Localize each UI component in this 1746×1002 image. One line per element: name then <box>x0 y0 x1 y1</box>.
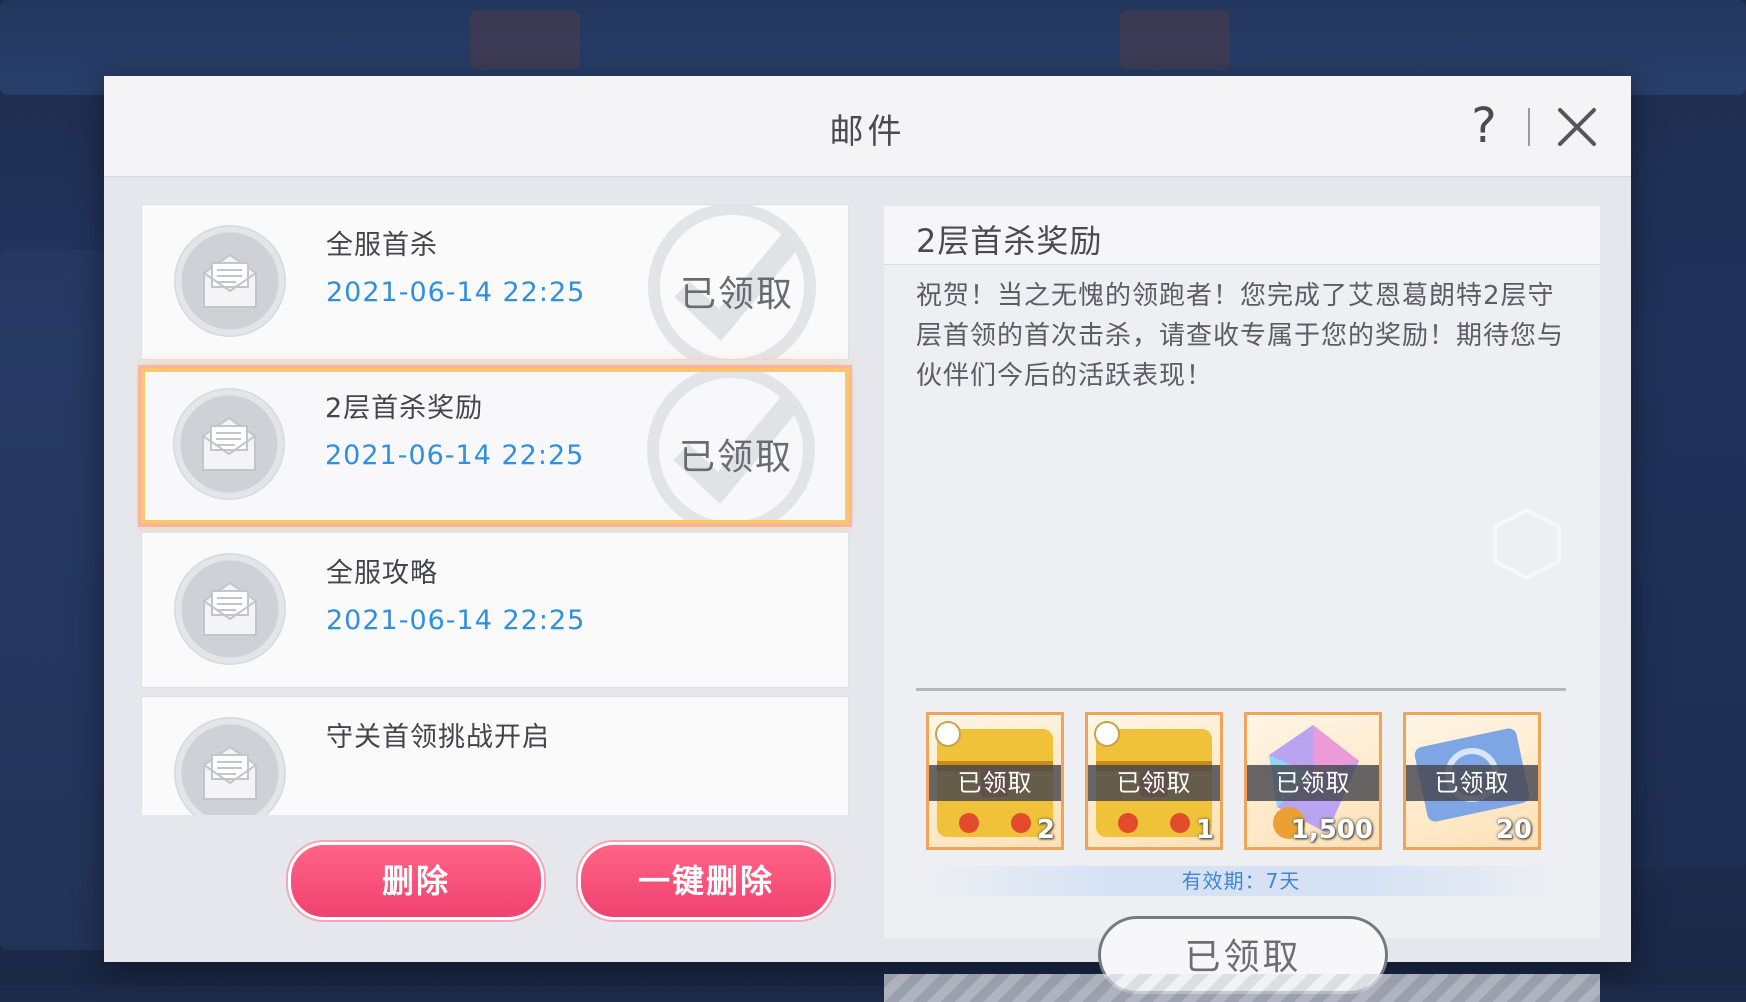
reward-divider <box>916 688 1566 691</box>
stripe-decoration <box>884 974 1600 1002</box>
reward-status: 已领取 <box>1088 765 1220 801</box>
envelope-icon <box>174 717 286 815</box>
background-lantern <box>470 10 580 70</box>
mail-dialog: 邮件 ? 全服首杀 2021-06-14 22:25 已领取 2层首杀奖励 20… <box>104 76 1631 1002</box>
mail-subject: 全服攻略 <box>326 558 438 589</box>
mail-subject: 守关首领挑战开启 <box>326 722 550 753</box>
mail-status: 已领取 <box>680 274 795 315</box>
reward-item[interactable]: 已领取 20 <box>1403 712 1541 850</box>
background-lantern <box>1120 10 1230 70</box>
reward-quantity: 1 <box>1195 815 1214 845</box>
delete-all-button[interactable]: 一键删除 <box>578 842 834 920</box>
envelope-icon <box>174 225 286 337</box>
expiry-bar: 有效期：7天 <box>916 866 1566 896</box>
dialog-title: 邮件 <box>829 112 906 152</box>
mail-date: 2021-06-14 22:25 <box>325 440 585 471</box>
expiry-text: 有效期：7天 <box>1181 869 1301 893</box>
mail-detail-panel: 2层首杀奖励 祝贺！当之无愧的领跑者！您完成了艾恩葛朗特2层守层首领的首次击杀，… <box>884 206 1600 1002</box>
reward-item[interactable]: 已领取 1 <box>1085 712 1223 850</box>
detail-header: 2层首杀奖励 <box>884 206 1600 265</box>
close-button[interactable] <box>1554 104 1600 150</box>
hexagon-icon <box>1493 507 1561 581</box>
mail-date: 2021-06-14 22:25 <box>326 277 586 308</box>
lock-icon <box>935 721 961 747</box>
mail-item[interactable]: 全服攻略 2021-06-14 22:25 <box>141 532 849 688</box>
mail-subject: 全服首杀 <box>326 230 438 261</box>
reward-item[interactable]: 已领取 1,500 <box>1244 712 1382 850</box>
detail-body: 祝贺！当之无愧的领跑者！您完成了艾恩葛朗特2层守层首领的首次击杀，请查收专属于您… <box>916 281 1565 391</box>
header-divider <box>1528 108 1530 146</box>
reward-item[interactable]: 已领取 2 <box>926 712 1064 850</box>
mail-subject: 2层首杀奖励 <box>325 393 484 424</box>
lock-icon <box>1094 721 1120 747</box>
delete-button[interactable]: 删除 <box>288 842 544 920</box>
background-scene-right <box>1630 170 1746 870</box>
detail-title: 2层首杀奖励 <box>916 222 1103 260</box>
reward-quantity: 1,500 <box>1290 815 1373 845</box>
mail-status: 已领取 <box>679 437 794 478</box>
mail-item[interactable]: 守关首领挑战开启 <box>141 696 849 815</box>
dialog-header: 邮件 ? <box>104 76 1631 177</box>
envelope-icon <box>173 388 285 500</box>
mail-item[interactable]: 全服首杀 2021-06-14 22:25 已领取 <box>141 204 849 360</box>
background-scene-left <box>0 250 110 950</box>
mail-item-selected[interactable]: 2层首杀奖励 2021-06-14 22:25 已领取 <box>141 368 849 524</box>
reward-quantity: 2 <box>1036 815 1055 845</box>
mail-list[interactable]: 全服首杀 2021-06-14 22:25 已领取 2层首杀奖励 2021-06… <box>136 204 854 815</box>
reward-status: 已领取 <box>1406 765 1538 801</box>
reward-status: 已领取 <box>929 765 1061 801</box>
reward-status: 已领取 <box>1247 765 1379 801</box>
help-button[interactable]: ? <box>1459 98 1509 154</box>
reward-quantity: 20 <box>1495 815 1532 845</box>
envelope-icon <box>174 553 286 665</box>
mail-date: 2021-06-14 22:25 <box>326 605 586 636</box>
